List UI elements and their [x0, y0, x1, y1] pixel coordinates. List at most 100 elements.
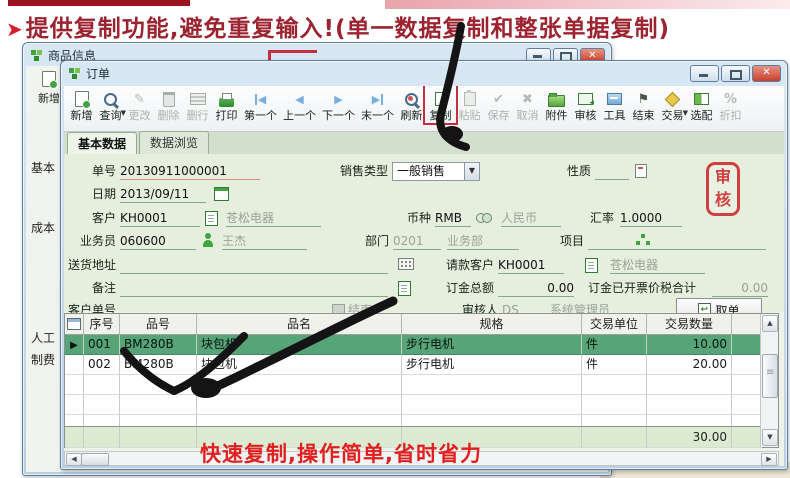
deposit-invoiced-label: 订金已开票价税合计	[588, 281, 708, 296]
toolbar-button-refresh[interactable]: 刷新	[397, 88, 426, 131]
customer-lookup-icon[interactable]	[205, 211, 218, 226]
table-row[interactable]: 002 BM280B 块包机 步行电机 件 20.00	[65, 355, 778, 375]
nature-field[interactable]	[595, 164, 629, 180]
slide-top-bar-dark	[8, 0, 190, 6]
red-note-text: 快速复制,操作简单,省时省力	[200, 438, 482, 466]
option-icon	[694, 93, 709, 105]
project-label: 项目	[556, 234, 584, 249]
grid-corner-cell[interactable]	[65, 314, 84, 335]
empty-row[interactable]	[65, 375, 778, 395]
toolbar-button-print[interactable]: 打印	[212, 88, 241, 131]
coins-icon[interactable]	[476, 212, 492, 223]
toolbar-button-finish[interactable]: ⚑ 结束	[629, 88, 658, 131]
exchange-rate-field[interactable]: 1.0000	[620, 211, 682, 227]
toolbar-button-new[interactable]: 新增	[67, 88, 96, 131]
col-header-extra	[732, 314, 762, 335]
empty-row[interactable]	[65, 415, 778, 426]
toolbar-button-audit[interactable]: 审核	[571, 88, 600, 131]
deposit-total-field[interactable]: 0.00	[498, 281, 574, 297]
toolbar-button-save[interactable]: ✔ 保存	[484, 88, 513, 131]
audit-icon	[578, 93, 593, 105]
deposit-invoiced-field: 0.00	[712, 281, 768, 297]
maximize-button[interactable]	[721, 65, 750, 82]
chevron-down-icon[interactable]: ▼	[464, 163, 479, 180]
scroll-right-icon[interactable]: ▶	[761, 453, 777, 466]
toolbar-button-first[interactable]: ◀ 第一个	[241, 88, 280, 131]
toolbar-button-discount[interactable]: % 折扣	[716, 88, 745, 131]
close-button[interactable]	[752, 65, 781, 82]
remark-field[interactable]	[120, 281, 388, 297]
remark-note-icon[interactable]	[398, 281, 411, 296]
nav-next-icon: ▶	[334, 94, 342, 105]
sales-type-select[interactable]: 一般销售▼	[392, 162, 480, 181]
scrollbar-thumb[interactable]	[81, 453, 109, 466]
billing-customer-code-field[interactable]: KH0001	[498, 258, 564, 274]
toolbar-button-cancel[interactable]: ✖ 取消	[513, 88, 542, 131]
col-header-item-no[interactable]: 品号	[120, 314, 197, 335]
project-field[interactable]	[588, 234, 766, 250]
scroll-left-icon[interactable]: ◀	[66, 453, 82, 466]
product-side-label-fee[interactable]: 制费	[31, 351, 55, 368]
department-label: 部门	[361, 234, 389, 249]
product-side-label-cost[interactable]: 成本	[31, 219, 55, 236]
vertical-scrollbar[interactable]: ▲ ▼	[760, 314, 778, 447]
toolbar-button-modify[interactable]: ✎ 更改	[125, 88, 154, 131]
scrollbar-thumb[interactable]	[762, 354, 778, 398]
finish-flag-icon: ⚑	[638, 93, 650, 106]
toolbar-button-query[interactable]: 查询 ▼	[96, 88, 125, 131]
delivery-address-field[interactable]	[120, 258, 388, 274]
calendar-icon[interactable]	[214, 187, 229, 201]
empty-row[interactable]	[65, 395, 778, 415]
toolbar-button-last[interactable]: ▶ 末一个	[358, 88, 397, 131]
trash-icon	[163, 92, 175, 107]
pencil-icon: ✎	[134, 93, 145, 106]
toolbar-button-delete-row[interactable]: 删行	[183, 88, 212, 131]
date-field[interactable]: 2013/09/11	[120, 187, 206, 203]
salesman-code-field[interactable]: 060600	[120, 234, 196, 250]
product-side-label-basic[interactable]: 基本	[31, 159, 55, 176]
slide-page: ➤提供复制功能,避免重复输入!(单一数据复制和整张单据复制) 商品信息 新增 基…	[0, 0, 790, 478]
order-no-field[interactable]: 20130911000001	[120, 164, 260, 180]
order-tab-strip: 基本数据 数据浏览	[64, 132, 784, 154]
col-header-qty[interactable]: 交易数量	[647, 314, 732, 335]
copy-icon	[435, 92, 447, 106]
nature-doc-icon[interactable]	[635, 164, 647, 178]
toolbar-button-delete[interactable]: 删除	[154, 88, 183, 131]
sales-type-label: 销售类型	[336, 164, 388, 179]
toolbar-button-paste[interactable]: 粘贴	[455, 88, 484, 131]
org-chart-icon[interactable]	[636, 234, 650, 246]
row-marker-cell: ▶	[65, 335, 84, 355]
person-icon[interactable]	[202, 233, 214, 247]
keyboard-icon[interactable]	[398, 258, 414, 270]
product-side-label-labor[interactable]: 人工	[31, 329, 55, 346]
billing-customer-lookup-icon[interactable]	[585, 258, 598, 273]
order-no-label: 单号	[74, 164, 116, 179]
bullet-arrow-icon: ➤	[6, 17, 24, 41]
tab-data-browse[interactable]: 数据浏览	[139, 131, 209, 154]
toolbar-button-attachment[interactable]: 附件	[542, 88, 571, 131]
discount-icon: %	[724, 93, 737, 106]
department-code-field[interactable]: 0201	[393, 234, 441, 250]
customer-code-field[interactable]: KH0001	[120, 211, 200, 227]
col-header-spec[interactable]: 规格	[402, 314, 582, 335]
search-icon	[104, 93, 117, 106]
col-header-seq[interactable]: 序号	[84, 314, 120, 335]
toolbar-button-copy[interactable]: 复制	[426, 88, 455, 131]
toolbar-button-prev[interactable]: ◀ 上一个	[280, 88, 319, 131]
toolbar-button-next[interactable]: ▶ 下一个	[319, 88, 358, 131]
tab-basic-data[interactable]: 基本数据	[67, 132, 137, 155]
col-header-unit[interactable]: 交易单位	[582, 314, 647, 335]
minimize-button[interactable]	[690, 65, 719, 82]
scroll-down-icon[interactable]: ▼	[762, 429, 778, 446]
col-header-item-name[interactable]: 品名	[197, 314, 402, 335]
toolbar-button-tools[interactable]: 工具	[600, 88, 629, 131]
scroll-up-icon[interactable]: ▲	[762, 315, 778, 332]
order-window-titlebar[interactable]: 订单	[61, 61, 787, 85]
toolbar-button-trade[interactable]: 交易 ▼	[658, 88, 687, 131]
toolbar-button-option[interactable]: 选配	[687, 88, 716, 131]
table-row[interactable]: ▶ 001 BM280B 块包机 步行电机 件 10.00	[65, 335, 778, 355]
refresh-icon	[405, 93, 418, 106]
app-logo-icon	[29, 48, 43, 62]
nav-last-icon: ▶	[372, 94, 383, 105]
currency-code-field[interactable]: RMB	[435, 211, 471, 227]
